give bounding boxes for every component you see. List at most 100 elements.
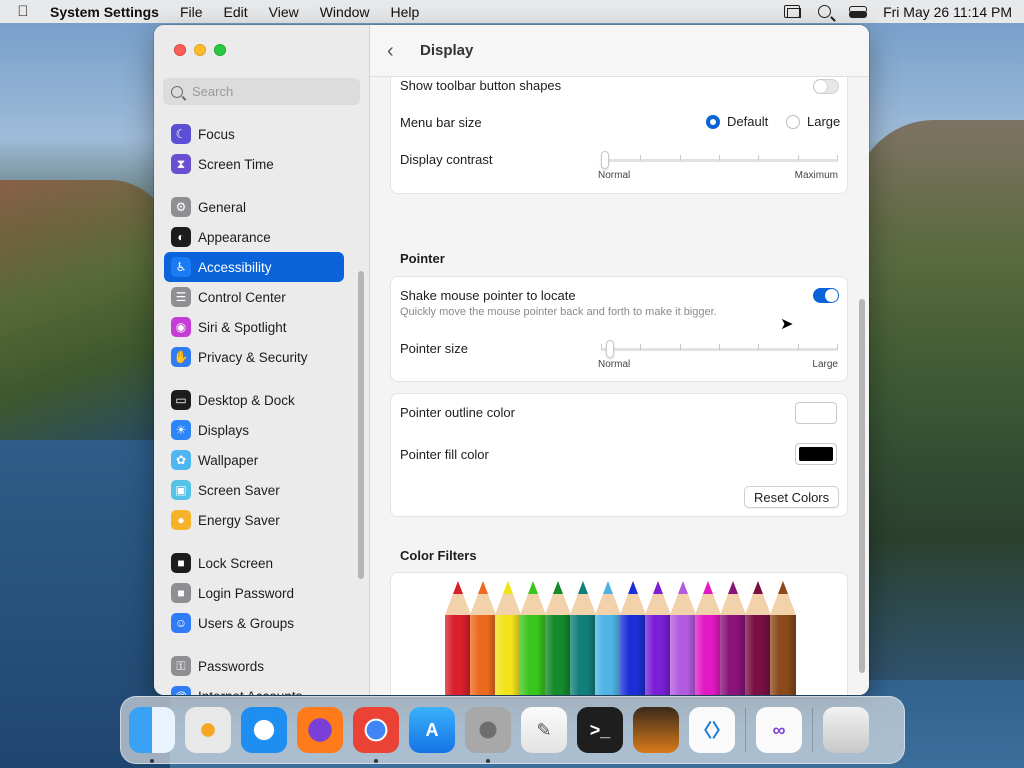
display-contrast-slider[interactable]: Normal Maximum	[598, 151, 838, 181]
sidebar-item-label: Appearance	[198, 229, 271, 245]
sidebar-item-displays[interactable]: ☀ Displays	[164, 415, 344, 445]
running-indicator	[374, 759, 378, 763]
color-filters-section-title: Color Filters	[400, 548, 477, 563]
sidebar-item-label: Siri & Spotlight	[198, 319, 287, 335]
settings-icon[interactable]	[465, 707, 511, 763]
zoom-window-button[interactable]	[214, 44, 226, 56]
sidebar-item-lock-screen[interactable]: ■ Lock Screen	[164, 548, 344, 578]
sidebar-item-focus[interactable]: ☾ Focus	[164, 119, 344, 149]
firefox-icon[interactable]	[297, 707, 343, 753]
slider-tick	[758, 344, 759, 350]
minimize-window-button[interactable]	[194, 44, 206, 56]
color-pencil	[745, 581, 771, 695]
sidebar-item-label: Energy Saver	[198, 512, 280, 528]
pointer-size-slider[interactable]: Normal Large	[598, 340, 838, 370]
safari-icon[interactable]	[241, 707, 287, 753]
content-scrollbar[interactable]	[859, 299, 865, 673]
display-group: Show toolbar button shapes Menu bar size…	[390, 67, 848, 194]
terminal-icon[interactable]: >_	[577, 707, 623, 753]
dock-separator	[745, 708, 746, 752]
sidebar-item-label: Login Password	[198, 585, 295, 601]
control-center-icon[interactable]	[849, 5, 868, 18]
sidebar-item-users-groups[interactable]: ☺ Users & Groups	[164, 608, 344, 638]
flower-icon: ✿	[171, 450, 191, 470]
launchpad-icon[interactable]	[185, 707, 231, 753]
pointer-section-title: Pointer	[400, 251, 445, 266]
finder-icon[interactable]	[129, 707, 175, 763]
garageband-icon[interactable]	[633, 707, 679, 753]
sidebar-item-privacy-security[interactable]: ✋ Privacy & Security	[164, 342, 344, 372]
sidebar-item-wallpaper[interactable]: ✿ Wallpaper	[164, 445, 344, 475]
chrome-icon[interactable]	[353, 707, 399, 763]
search-input[interactable]	[192, 84, 352, 99]
system-settings-window: ☾ Focus ⧗ Screen Time ⚙ General ◐ Appearance ♿ Ac…	[154, 25, 869, 695]
screen-mirroring-icon[interactable]	[784, 5, 802, 18]
sidebar-item-label: Focus	[198, 126, 235, 142]
sidebar-item-passwords[interactable]: ⚿ Passwords	[164, 651, 344, 681]
toolbar-shapes-toggle[interactable]	[813, 79, 839, 94]
lock-icon: ■	[171, 553, 191, 573]
sidebar-item-login-password[interactable]: ■ Login Password	[164, 578, 344, 608]
settings-scroll-area: Show toolbar button shapes Menu bar size…	[370, 67, 869, 695]
slider-tick	[719, 155, 720, 161]
sidebar-item-internet-accounts[interactable]: @ Internet Accounts	[164, 681, 344, 695]
sidebar-search[interactable]	[163, 78, 360, 105]
visualstudio-icon[interactable]: ∞	[756, 707, 802, 753]
menu-help[interactable]: Help	[391, 4, 420, 20]
slider-knob[interactable]	[606, 340, 614, 358]
close-window-button[interactable]	[174, 44, 186, 56]
vscode-icon[interactable]: 〈〉	[689, 707, 735, 753]
sidebar-item-general[interactable]: ⚙ General	[164, 192, 344, 222]
menu-edit[interactable]: Edit	[224, 4, 248, 20]
page-title: Display	[420, 42, 474, 59]
running-indicator	[486, 759, 490, 763]
sidebar-item-label: Control Center	[198, 289, 286, 305]
running-indicator	[150, 759, 154, 763]
trash-icon[interactable]	[823, 707, 869, 753]
reset-colors-button[interactable]: Reset Colors	[744, 486, 840, 508]
sidebar-scrollbar[interactable]	[358, 271, 364, 579]
menu-bar-size-default-radio[interactable]: Default	[706, 114, 768, 129]
color-pencil	[570, 581, 596, 695]
sidebar-item-appearance[interactable]: ◐ Appearance	[164, 222, 344, 252]
slider-tick	[640, 344, 641, 350]
menu-view[interactable]: View	[269, 4, 299, 20]
pointer-outline-color-well[interactable]	[795, 402, 837, 424]
back-chevron-icon[interactable]: ‹	[387, 41, 407, 61]
control-center-icon: ☰	[171, 287, 191, 307]
slider-tick	[601, 344, 602, 350]
menu-file[interactable]: File	[180, 4, 203, 20]
pointer-fill-color-well[interactable]	[795, 443, 837, 465]
spotlight-search-icon[interactable]	[818, 5, 832, 18]
sidebar-item-desktop-dock[interactable]: ▭ Desktop & Dock	[164, 385, 344, 415]
pointer-outline-color-label: Pointer outline color	[400, 405, 515, 420]
color-pencil	[445, 581, 471, 695]
pointer-fill-color-label: Pointer fill color	[400, 447, 489, 462]
sidebar-item-accessibility[interactable]: ♿ Accessibility	[164, 252, 344, 282]
appearance-icon: ◐	[171, 227, 191, 247]
menu-window[interactable]: Window	[320, 4, 370, 20]
sidebar-item-siri-spotlight[interactable]: ◉ Siri & Spotlight	[164, 312, 344, 342]
slider-tick	[719, 344, 720, 350]
sidebar-item-label: Screen Time	[198, 156, 274, 172]
sidebar-item-label: Passwords	[198, 658, 265, 674]
gear-icon: ⚙	[171, 197, 191, 217]
slider-knob[interactable]	[601, 151, 609, 169]
apple-menu-icon[interactable]: 	[12, 3, 34, 20]
pointer-color-group: Pointer outline color Pointer fill color…	[390, 393, 848, 517]
sidebar-item-label: Desktop & Dock	[198, 392, 295, 408]
menu-bar-size-large-radio[interactable]: Large	[786, 114, 840, 129]
menu-app-name[interactable]: System Settings	[50, 4, 159, 20]
mouse-pointer-icon: ➤	[780, 316, 794, 333]
sidebar-item-screen-saver[interactable]: ▣ Screen Saver	[164, 475, 344, 505]
sidebar-item-energy-saver[interactable]: ● Energy Saver	[164, 505, 344, 535]
sidebar-list: ☾ Focus ⧗ Screen Time ⚙ General ◐ Appearance ♿ Ac…	[164, 119, 344, 695]
sidebar-item-screen-time[interactable]: ⧗ Screen Time	[164, 149, 344, 179]
sidebar-item-control-center[interactable]: ☰ Control Center	[164, 282, 344, 312]
textedit-icon[interactable]: ✎	[521, 707, 567, 753]
menu-bar-clock[interactable]: Fri May 26 11:14 PM	[883, 4, 1012, 20]
appstore-icon[interactable]: A	[409, 707, 455, 753]
slider-tick	[680, 155, 681, 161]
shake-pointer-toggle[interactable]	[813, 288, 839, 303]
